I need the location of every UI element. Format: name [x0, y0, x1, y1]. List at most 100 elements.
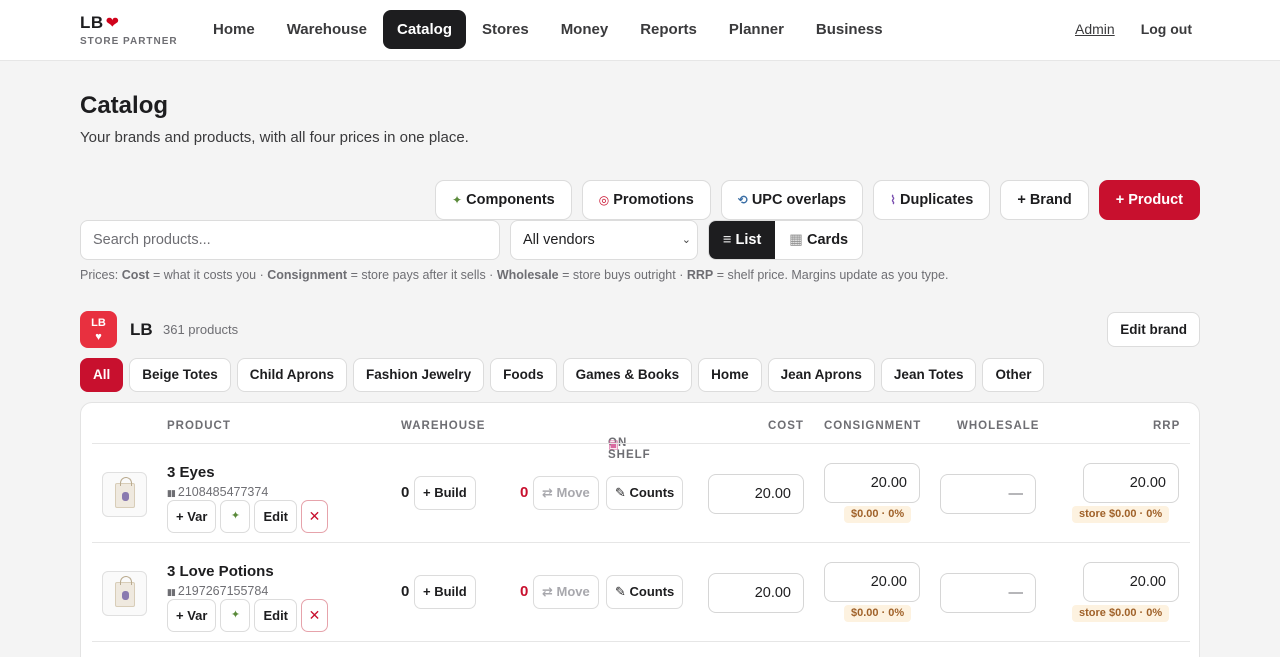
pencil-icon: ✎ [615, 584, 630, 599]
tote-bag-image [115, 477, 135, 508]
product-table: PRODUCT WAREHOUSE ON SHELF ▣ COST CONSIG… [80, 402, 1200, 657]
table-header: PRODUCT WAREHOUSE ON SHELF ▣ COST CONSIG… [167, 420, 1181, 461]
add-product-button[interactable]: + Product [1098, 180, 1200, 220]
duplicates-button[interactable]: ⌇ Duplicates [873, 180, 991, 220]
tote-bag-image [115, 576, 135, 607]
delete-product-button[interactable]: ✕ [301, 599, 329, 632]
barcode-icon: ▮▮ [167, 488, 176, 498]
nav-money[interactable]: Money [545, 10, 625, 49]
puzzle-icon: ✦ [230, 510, 241, 522]
puzzle-icon: ✦ [452, 193, 463, 207]
catalog-actions: ✦ Components ◎ Promotions ⟲ UPC overlaps ⌇ D… [435, 180, 1200, 220]
warehouse-qty: 0 [401, 484, 410, 501]
search-input[interactable]: Search products... [80, 220, 500, 260]
category-fashion-jewelry[interactable]: Fashion Jewelry [353, 358, 485, 392]
cards-view-button[interactable]: ▦ Cards [775, 221, 862, 259]
app-logo[interactable]: LB ❤ STORE PARTNER [80, 13, 178, 47]
product-name[interactable]: 3 Eyes [167, 464, 215, 481]
heart-icon: ♥ [95, 331, 102, 343]
move-button[interactable]: ⇄ Move [533, 476, 599, 510]
promotions-button[interactable]: ◎ Promotions [581, 180, 711, 220]
list-view-button[interactable]: ≡ List [709, 221, 776, 259]
table-row: 3 Love Potions ▮▮ 2197267155784 + Var ✦ E… [81, 543, 1199, 642]
chevron-down-icon: ⌄ [681, 234, 691, 246]
category-other[interactable]: Other [982, 358, 1045, 392]
rrp-input[interactable]: 20.00 [1083, 463, 1179, 503]
upc-overlaps-button[interactable]: ⟲ UPC overlaps [720, 180, 864, 220]
brand-logo: LB ♥ [80, 311, 117, 348]
category-games-books[interactable]: Games & Books [562, 358, 693, 392]
edit-brand-button[interactable]: Edit brand [1107, 312, 1200, 347]
target-icon: ◎ [598, 193, 610, 207]
category-beige-totes[interactable]: Beige Totes [129, 358, 231, 392]
repeat-icon: ⟲ [737, 193, 748, 207]
col-wholesale: WHOLESALE [957, 420, 1040, 432]
category-all[interactable]: All [80, 358, 124, 392]
product-name[interactable]: 3 Love Potions [167, 563, 274, 580]
col-rrp: RRP [1153, 420, 1181, 432]
rrp-margin-badge: store $0.00 · 0% [1072, 605, 1170, 622]
product-thumbnail[interactable] [102, 472, 147, 517]
category-jean-aprons[interactable]: Jean Aprons [767, 358, 875, 392]
build-button[interactable]: + Build [414, 476, 476, 510]
components-icon-button[interactable]: ✦ [220, 599, 251, 632]
top-nav-bar: LB ❤ STORE PARTNER Home Warehouse Catalog… [0, 0, 1280, 61]
category-foods[interactable]: Foods [490, 358, 557, 392]
consignment-margin-badge: $0.00 · 0% [844, 506, 912, 523]
col-cost: COST [768, 420, 804, 432]
cost-input[interactable]: 20.00 [708, 474, 804, 514]
on-shelf-qty: 0 [520, 484, 529, 501]
admin-link[interactable]: Admin [1075, 21, 1115, 37]
wholesale-input[interactable]: — [940, 474, 1036, 514]
counts-button[interactable]: ✎ Counts [606, 575, 684, 609]
list-icon: ≡ [723, 232, 736, 248]
dna-icon: ⌇ [890, 193, 896, 207]
brand-product-count: 361 products [163, 322, 239, 337]
consignment-input[interactable]: 20.00 [824, 463, 920, 503]
rrp-input[interactable]: 20.00 [1083, 562, 1179, 602]
product-upc: ▮▮ 2197267155784 [167, 584, 269, 598]
consignment-margin-badge: $0.00 · 0% [844, 605, 912, 622]
warehouse-qty: 0 [401, 583, 410, 600]
add-brand-button[interactable]: + Brand [1000, 180, 1089, 220]
edit-product-button[interactable]: Edit [254, 500, 298, 533]
nav-stores[interactable]: Stores [466, 10, 545, 49]
brand-title: LB [130, 320, 153, 339]
consignment-input[interactable]: 20.00 [824, 562, 920, 602]
move-button[interactable]: ⇄ Move [533, 575, 599, 609]
components-icon-button[interactable]: ✦ [220, 500, 251, 533]
wholesale-input[interactable]: — [940, 573, 1036, 613]
edit-product-button[interactable]: Edit [254, 599, 298, 632]
cost-input[interactable]: 20.00 [708, 573, 804, 613]
main-nav: Home Warehouse Catalog Stores Money Repo… [197, 10, 899, 49]
puzzle-icon: ✦ [230, 609, 241, 621]
arrows-icon: ⇄ [542, 584, 557, 599]
nav-warehouse[interactable]: Warehouse [271, 10, 383, 49]
category-home[interactable]: Home [698, 358, 762, 392]
category-tabs: All Beige Totes Child Aprons Fashion Jew… [80, 358, 1045, 392]
nav-planner[interactable]: Planner [713, 10, 800, 49]
vendor-select[interactable]: All vendors ⌄ [510, 220, 698, 260]
category-jean-totes[interactable]: Jean Totes [880, 358, 977, 392]
nav-home[interactable]: Home [197, 10, 271, 49]
counts-button[interactable]: ✎ Counts [606, 476, 684, 510]
components-button[interactable]: ✦ Components [435, 180, 572, 220]
col-warehouse: WAREHOUSE [401, 420, 486, 432]
nav-reports[interactable]: Reports [624, 10, 713, 49]
logout-button[interactable]: Log out [1141, 21, 1192, 37]
product-thumbnail[interactable] [102, 571, 147, 616]
page-subtitle: Your brands and products, with all four … [80, 129, 469, 146]
pencil-icon: ✎ [615, 485, 630, 500]
build-button[interactable]: + Build [414, 575, 476, 609]
page-title: Catalog [80, 92, 169, 119]
view-toggle: ≡ List ▦ Cards [708, 220, 864, 260]
nav-catalog[interactable]: Catalog [382, 10, 466, 49]
nav-business[interactable]: Business [800, 10, 899, 49]
on-shelf-qty: 0 [520, 583, 529, 600]
delete-product-button[interactable]: ✕ [301, 500, 329, 533]
add-variant-button[interactable]: + Var [167, 500, 217, 533]
category-child-aprons[interactable]: Child Aprons [236, 358, 348, 392]
add-variant-button[interactable]: + Var [167, 599, 217, 632]
product-upc: ▮▮ 2108485477374 [167, 485, 269, 499]
col-consignment: CONSIGNMENT [824, 420, 922, 432]
